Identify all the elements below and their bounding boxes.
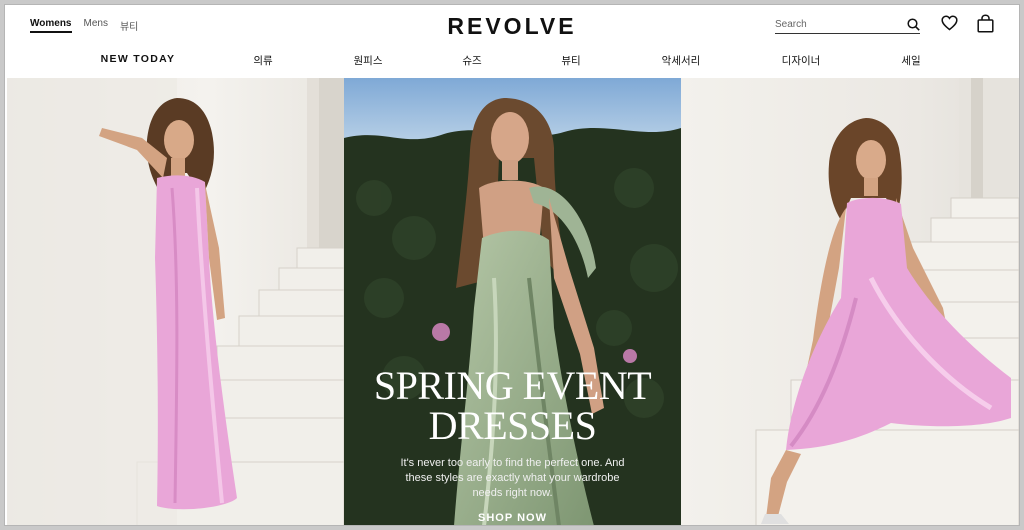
hero-subtitle: It's never too early to find the perfect… <box>400 457 625 499</box>
main-nav: NEW TODAY 의류 원피스 슈즈 뷰티 악세서리 디자이너 세일 <box>5 53 1019 73</box>
nav-dresses[interactable]: 원피스 <box>354 53 383 68</box>
hero-image-left[interactable] <box>7 78 344 525</box>
nav-beauty[interactable]: 뷰티 <box>561 53 580 68</box>
hero-title-line1: SPRING EVENT <box>373 363 652 408</box>
search-icon[interactable] <box>907 17 920 31</box>
nav-new-today[interactable]: NEW TODAY <box>101 53 176 65</box>
heart-icon[interactable] <box>941 15 958 31</box>
shop-now-link[interactable]: SHOP NOW <box>478 512 547 524</box>
nav-shoes[interactable]: 슈즈 <box>462 53 481 68</box>
search-input[interactable] <box>775 18 895 30</box>
nav-designers[interactable]: 디자이너 <box>782 53 821 68</box>
hero-title-line2: DRESSES <box>428 403 597 448</box>
site-header: Womens Mens 뷰티 REVOLVE NEW TODAY 의류 원피스 … <box>5 5 1019 78</box>
nav-clothing[interactable]: 의류 <box>253 53 272 68</box>
hero-banner[interactable]: SPRING EVENT DRESSES It's never too earl… <box>7 78 1019 525</box>
nav-sale[interactable]: 세일 <box>901 53 920 68</box>
nav-accessories[interactable]: 악세서리 <box>662 53 701 68</box>
hero-text-block: SPRING EVENT DRESSES It's never too earl… <box>344 363 681 525</box>
browser-page: Womens Mens 뷰티 REVOLVE NEW TODAY 의류 원피스 … <box>4 4 1020 526</box>
hero-image-center[interactable]: SPRING EVENT DRESSES It's never too earl… <box>344 78 681 525</box>
hero-image-right[interactable] <box>681 78 1019 525</box>
shopping-bag-icon[interactable] <box>977 14 994 33</box>
search-bar <box>775 15 920 34</box>
